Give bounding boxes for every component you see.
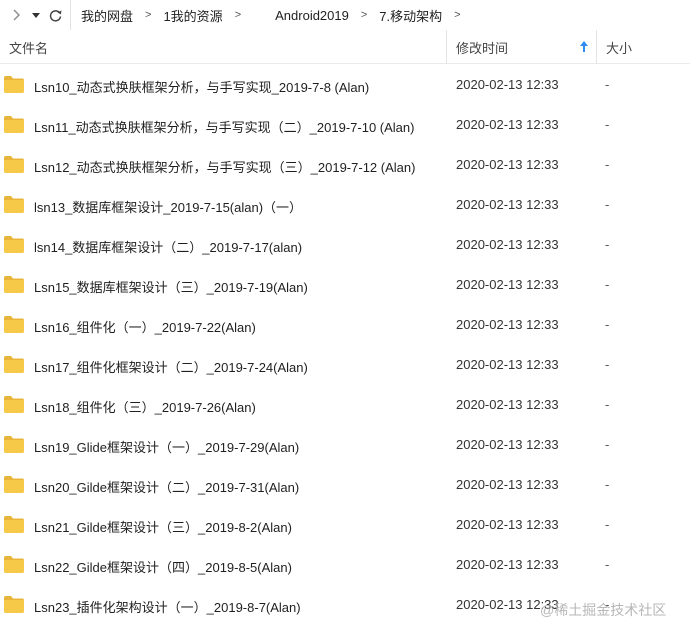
column-header-label: 大小 [606, 40, 633, 56]
file-name: Lsn22_Gilde框架设计（四）_2019-8-5(Alan) [34, 560, 292, 575]
breadcrumb-item[interactable]: 7.移动架构 [373, 6, 448, 25]
file-size: - [605, 117, 610, 132]
breadcrumb-item[interactable]: 1我的资源 [157, 6, 228, 25]
column-header-label: 修改时间 [456, 40, 509, 56]
file-row[interactable]: Lsn17_组件化框架设计（二）_2019-7-24(Alan) 2020-02-… [0, 345, 690, 385]
file-row[interactable]: Lsn18_组件化（三）_2019-7-26(Alan) 2020-02-13 1… [0, 385, 690, 425]
file-modified-date: 2020-02-13 12:33 [456, 357, 559, 372]
folder-icon [4, 156, 24, 173]
file-name: Lsn12_动态式换肤框架分析，与手写实现（三）_2019-7-12 (Alan… [34, 160, 416, 175]
file-row[interactable]: Lsn15_数据库框架设计（三）_2019-7-19(Alan) 2020-02-… [0, 265, 690, 305]
file-name: Lsn18_组件化（三）_2019-7-26(Alan) [34, 400, 256, 415]
file-size: - [605, 277, 610, 292]
folder-icon [4, 196, 24, 213]
file-row[interactable]: Lsn22_Gilde框架设计（四）_2019-8-5(Alan) 2020-02… [0, 545, 690, 585]
folder-icon [4, 236, 24, 253]
file-size: - [605, 557, 610, 572]
folder-icon [4, 596, 24, 613]
file-size: - [605, 237, 610, 252]
file-name: Lsn23_插件化架构设计（一）_2019-8-7(Alan) [34, 600, 301, 615]
breadcrumb-separator: > [360, 9, 368, 21]
file-size: - [605, 437, 610, 452]
file-modified-date: 2020-02-13 12:33 [456, 317, 559, 332]
file-size: - [605, 477, 610, 492]
file-name: Lsn11_动态式换肤框架分析，与手写实现（二）_2019-7-10 (Alan… [34, 120, 415, 135]
folder-icon [4, 276, 24, 293]
file-size: - [605, 157, 610, 172]
breadcrumb: 我的网盘 > 1我的资源 > Android2019 > 7.移动架构 > [70, 0, 467, 30]
column-header-size[interactable]: 大小 [597, 30, 690, 64]
file-row[interactable]: Lsn16_组件化（一）_2019-7-22(Alan) 2020-02-13 1… [0, 305, 690, 345]
breadcrumb-separator: > [234, 9, 242, 21]
file-row[interactable]: lsn13_数据库框架设计_2019-7-15(alan)（一） 2020-02-… [0, 185, 690, 225]
navigation-toolbar: 我的网盘 > 1我的资源 > Android2019 > 7.移动架构 > [0, 0, 690, 30]
breadcrumb-separator: > [145, 9, 152, 21]
file-row[interactable]: Lsn12_动态式换肤框架分析，与手写实现（三）_2019-7-12 (Alan… [0, 145, 690, 185]
file-modified-date: 2020-02-13 12:33 [456, 277, 559, 292]
file-size: - [605, 397, 610, 412]
folder-icon [4, 116, 24, 133]
refresh-icon [49, 9, 61, 22]
folder-icon [4, 436, 24, 453]
folder-icon [4, 476, 24, 493]
file-name: lsn14_数据库框架设计（二）_2019-7-17(alan) [34, 240, 303, 255]
column-header-date[interactable]: 修改时间 [447, 30, 597, 64]
file-modified-date: 2020-02-13 12:33 [456, 237, 559, 252]
folder-icon [4, 396, 24, 413]
file-name: Lsn10_动态式换肤框架分析，与手写实现_2019-7-8 (Alan) [34, 80, 370, 95]
file-modified-date: 2020-02-13 12:33 [456, 517, 559, 532]
file-list: Lsn10_动态式换肤框架分析，与手写实现_2019-7-8 (Alan) 202… [0, 65, 690, 625]
file-modified-date: 2020-02-13 12:33 [456, 437, 559, 452]
column-header-label: 文件名 [9, 40, 49, 56]
history-dropdown-button[interactable] [30, 4, 42, 26]
file-name: Lsn19_Glide框架设计（一）_2019-7-29(Alan) [34, 440, 300, 455]
file-name: lsn13_数据库框架设计_2019-7-15(alan)（一） [34, 200, 303, 215]
watermark: @稀土掘金技术社区 [540, 602, 667, 618]
file-name: Lsn16_组件化（一）_2019-7-22(Alan) [34, 320, 256, 335]
breadcrumb-separator: > [454, 9, 461, 21]
chevron-right-icon [13, 9, 20, 21]
folder-icon [4, 356, 24, 373]
file-size: - [605, 517, 610, 532]
folder-icon [4, 76, 24, 93]
file-modified-date: 2020-02-13 12:33 [456, 117, 559, 132]
refresh-button[interactable] [46, 4, 64, 26]
file-row[interactable]: lsn14_数据库框架设计（二）_2019-7-17(alan) 2020-02-… [0, 225, 690, 265]
file-size: - [605, 317, 610, 332]
breadcrumb-item[interactable]: Android2019 [269, 8, 355, 23]
file-name: Lsn20_Gilde框架设计（二）_2019-7-31(Alan) [34, 480, 300, 495]
column-header-row: 文件名 修改时间 大小 [0, 30, 690, 64]
file-modified-date: 2020-02-13 12:33 [456, 557, 559, 572]
file-row[interactable]: Lsn20_Gilde框架设计（二）_2019-7-31(Alan) 2020-0… [0, 465, 690, 505]
back-button[interactable] [8, 4, 26, 26]
file-row[interactable]: Lsn21_Gilde框架设计（三）_2019-8-2(Alan) 2020-02… [0, 505, 690, 545]
folder-icon [4, 556, 24, 573]
file-modified-date: 2020-02-13 12:33 [456, 397, 559, 412]
file-name: Lsn15_数据库框架设计（三）_2019-7-19(Alan) [34, 280, 308, 295]
dropdown-arrow-icon [32, 12, 40, 18]
sort-ascending-icon [580, 41, 588, 52]
file-modified-date: 2020-02-13 12:33 [456, 157, 559, 172]
file-modified-date: 2020-02-13 12:33 [456, 477, 559, 492]
file-size: - [605, 357, 610, 372]
column-header-name[interactable]: 文件名 [0, 30, 447, 64]
folder-icon [4, 516, 24, 533]
file-name: Lsn21_Gilde框架设计（三）_2019-8-2(Alan) [34, 520, 292, 535]
file-row[interactable]: Lsn11_动态式换肤框架分析，与手写实现（二）_2019-7-10 (Alan… [0, 105, 690, 145]
folder-icon [4, 316, 24, 333]
file-row[interactable]: Lsn10_动态式换肤框架分析，与手写实现_2019-7-8 (Alan) 202… [0, 65, 690, 105]
file-modified-date: 2020-02-13 12:33 [456, 197, 559, 212]
breadcrumb-item[interactable]: 我的网盘 [75, 6, 139, 25]
file-modified-date: 2020-02-13 12:33 [456, 77, 559, 92]
file-name: Lsn17_组件化框架设计（二）_2019-7-24(Alan) [34, 360, 308, 375]
file-row[interactable]: Lsn19_Glide框架设计（一）_2019-7-29(Alan) 2020-0… [0, 425, 690, 465]
file-size: - [605, 197, 610, 212]
file-size: - [605, 77, 610, 92]
